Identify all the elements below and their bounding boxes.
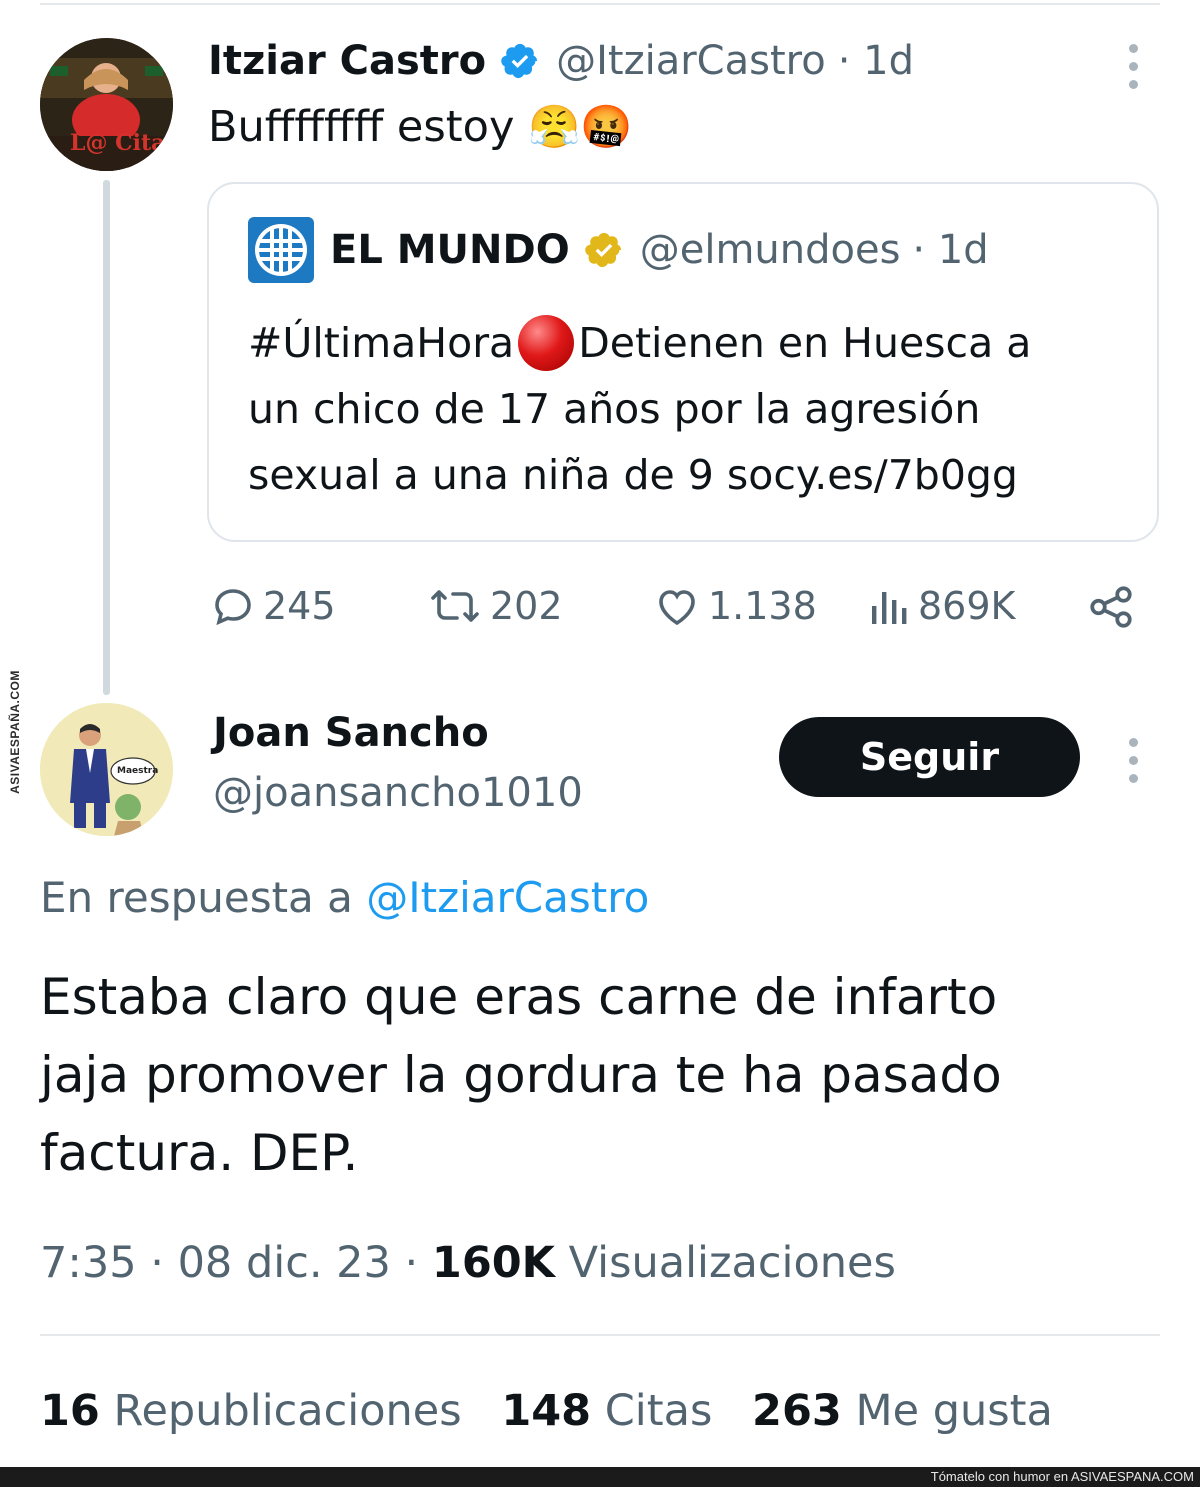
reply-text-line3: factura. DEP. xyxy=(40,1124,359,1182)
reply-views-label: Visualizaciones xyxy=(568,1238,896,1288)
hashtag-link[interactable]: #ÚltimaHora xyxy=(248,310,514,376)
bottom-watermark-bar: Tómatelo con humor en ASIVAESPANA.COM xyxy=(0,1467,1200,1487)
reply-text: Estaba claro que eras carne de infarto j… xyxy=(40,958,1002,1192)
verified-badge-icon xyxy=(501,43,538,79)
author-handle[interactable]: @ItziarCastro xyxy=(556,38,826,84)
reply-icon xyxy=(215,589,251,626)
gold-verified-badge-icon xyxy=(584,232,621,268)
avatar-itziar[interactable]: L@ Cita xyxy=(40,38,173,171)
views-count: 869K xyxy=(918,584,1016,628)
reply-text-line2: jaja promover la gordura te ha pasado xyxy=(40,1046,1002,1104)
reply-more-options-icon[interactable] xyxy=(1129,738,1138,792)
top-divider xyxy=(40,3,1160,5)
stats-divider xyxy=(40,1334,1160,1336)
el-mundo-logo-icon[interactable] xyxy=(248,217,314,283)
quote-time: · 1d xyxy=(912,227,989,273)
quote-text-line1: #ÚltimaHora Detienen en Huesca a xyxy=(248,310,1031,376)
share-icon xyxy=(1090,586,1132,628)
reply-count: 245 xyxy=(263,584,336,628)
quotes-stat[interactable]: 148 Citas xyxy=(501,1386,726,1436)
retweet-count: 202 xyxy=(490,584,563,628)
reply-text-line1: Estaba claro que eras carne de infarto xyxy=(40,968,998,1026)
bottom-watermark-text: Tómatelo con humor en ASIVAESPANA.COM xyxy=(930,1469,1194,1484)
thread-line xyxy=(103,180,110,695)
share-action[interactable] xyxy=(1086,582,1142,632)
more-options-icon[interactable] xyxy=(1129,44,1138,98)
likes-stat[interactable]: 263 Me gusta xyxy=(752,1386,1053,1436)
reposts-stat[interactable]: 16 Republicaciones xyxy=(40,1386,475,1436)
heart-icon xyxy=(659,590,695,626)
in-reply-handle-link[interactable]: @ItziarCastro xyxy=(366,873,649,922)
avatar-joan[interactable]: Maestra xyxy=(40,703,173,836)
tweet-text: Buffffffff estoy 😤🤬 xyxy=(208,102,633,152)
in-reply-to: En respuesta a @ItziarCastro xyxy=(40,873,649,922)
side-watermark: ASIVAESPAÑA.COM xyxy=(0,670,30,794)
reply-stats: 16 Republicaciones 148 Citas 263 Me gust… xyxy=(40,1386,1053,1436)
like-action[interactable]: 1.138 xyxy=(652,582,817,630)
quote-text-line2: un chico de 17 años por la agresión xyxy=(248,385,981,433)
tweet-emojis: 😤🤬 xyxy=(528,102,633,151)
reply-timestamp[interactable]: 7:35 · 08 dic. 23 · xyxy=(40,1238,418,1288)
quote-text-line3: sexual a una niña de 9 socy.es/7b0gg xyxy=(248,451,1018,499)
reply-meta: 7:35 · 08 dic. 23 · 160K Visualizaciones xyxy=(40,1238,896,1288)
tweet-time[interactable]: · 1d xyxy=(838,38,914,84)
quote-header: EL MUNDO @elmundoes · 1d xyxy=(248,217,989,283)
reply-author-name[interactable]: Joan Sancho xyxy=(213,710,489,756)
reply-action[interactable]: 245 xyxy=(209,582,336,630)
avatar-speech-text: Maestra xyxy=(117,766,159,776)
retweet-action[interactable]: 202 xyxy=(426,582,563,630)
quote-author-name: EL MUNDO xyxy=(330,227,570,273)
tweet-text-body: Buffffffff estoy xyxy=(208,102,515,152)
in-reply-prefix: En respuesta a xyxy=(40,873,353,922)
reply-author-handle[interactable]: @joansancho1010 xyxy=(213,770,583,816)
author-name[interactable]: Itziar Castro xyxy=(208,38,486,84)
tweet-header: Itziar Castro @ItziarCastro · 1d xyxy=(208,35,914,87)
like-count: 1.138 xyxy=(708,584,817,628)
retweet-icon xyxy=(431,590,479,622)
reply-views-count: 160K xyxy=(431,1238,555,1288)
follow-button[interactable]: Seguir xyxy=(779,717,1080,797)
views-action[interactable]: 869K xyxy=(868,582,1015,630)
avatar-caption: L@ Cita xyxy=(70,130,166,156)
quote-text: #ÚltimaHora Detienen en Huesca a un chic… xyxy=(248,310,1031,508)
views-chart-icon xyxy=(872,592,907,624)
quote-author-handle: @elmundoes xyxy=(639,227,901,273)
red-circle-icon xyxy=(518,315,575,371)
